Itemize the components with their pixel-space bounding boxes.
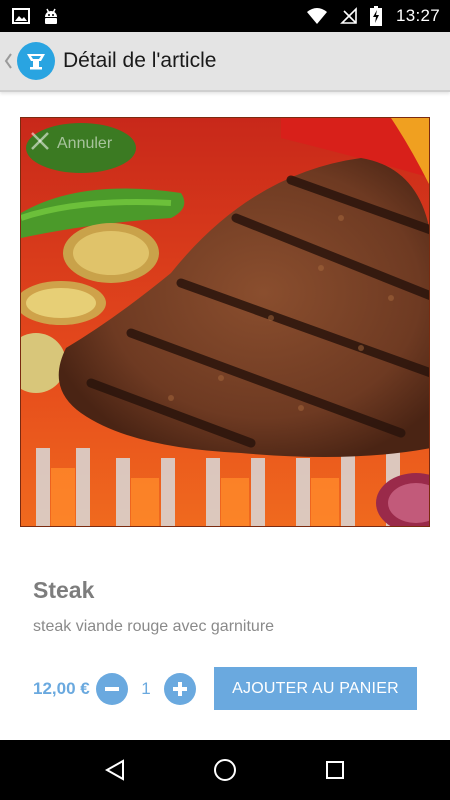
status-time: 13:27 [395,6,440,25]
product-description: steak viande rouge avec garniture [33,618,275,635]
quantity-value: 1 [141,679,151,698]
recents-square-icon[interactable] [315,750,355,790]
app-bar: Détail de l'article [0,32,450,92]
add-to-cart-button[interactable]: AJOUTER AU PANIER [214,667,417,710]
image-notification-icon [12,8,30,24]
system-nav-bar [0,740,450,800]
product-image: Annuler [20,117,430,527]
wifi-icon [306,7,328,25]
food-cover-logo-icon[interactable] [17,42,55,80]
plus-icon [173,682,187,696]
back-triangle-icon[interactable] [95,750,135,790]
increase-quantity-button[interactable] [164,673,196,705]
close-icon [29,130,51,157]
status-bar-right: 13:27 [306,6,440,26]
steak-photo [21,118,429,526]
home-circle-icon[interactable] [205,750,245,790]
chevron-left-icon[interactable] [3,52,17,70]
android-debug-icon [42,7,60,25]
status-bar-left [12,7,60,25]
decrease-quantity-button[interactable] [96,673,128,705]
minus-icon [105,687,119,691]
product-name: Steak [33,577,95,603]
page-title: Détail de l'article [63,49,217,72]
cancel-label: Annuler [57,134,113,152]
product-price: 12,00 € [33,679,90,698]
status-bar: 13:27 [0,0,450,32]
battery-charging-icon [369,6,382,26]
no-signal-icon [340,7,358,25]
cancel-overlay-button[interactable]: Annuler [29,130,112,157]
